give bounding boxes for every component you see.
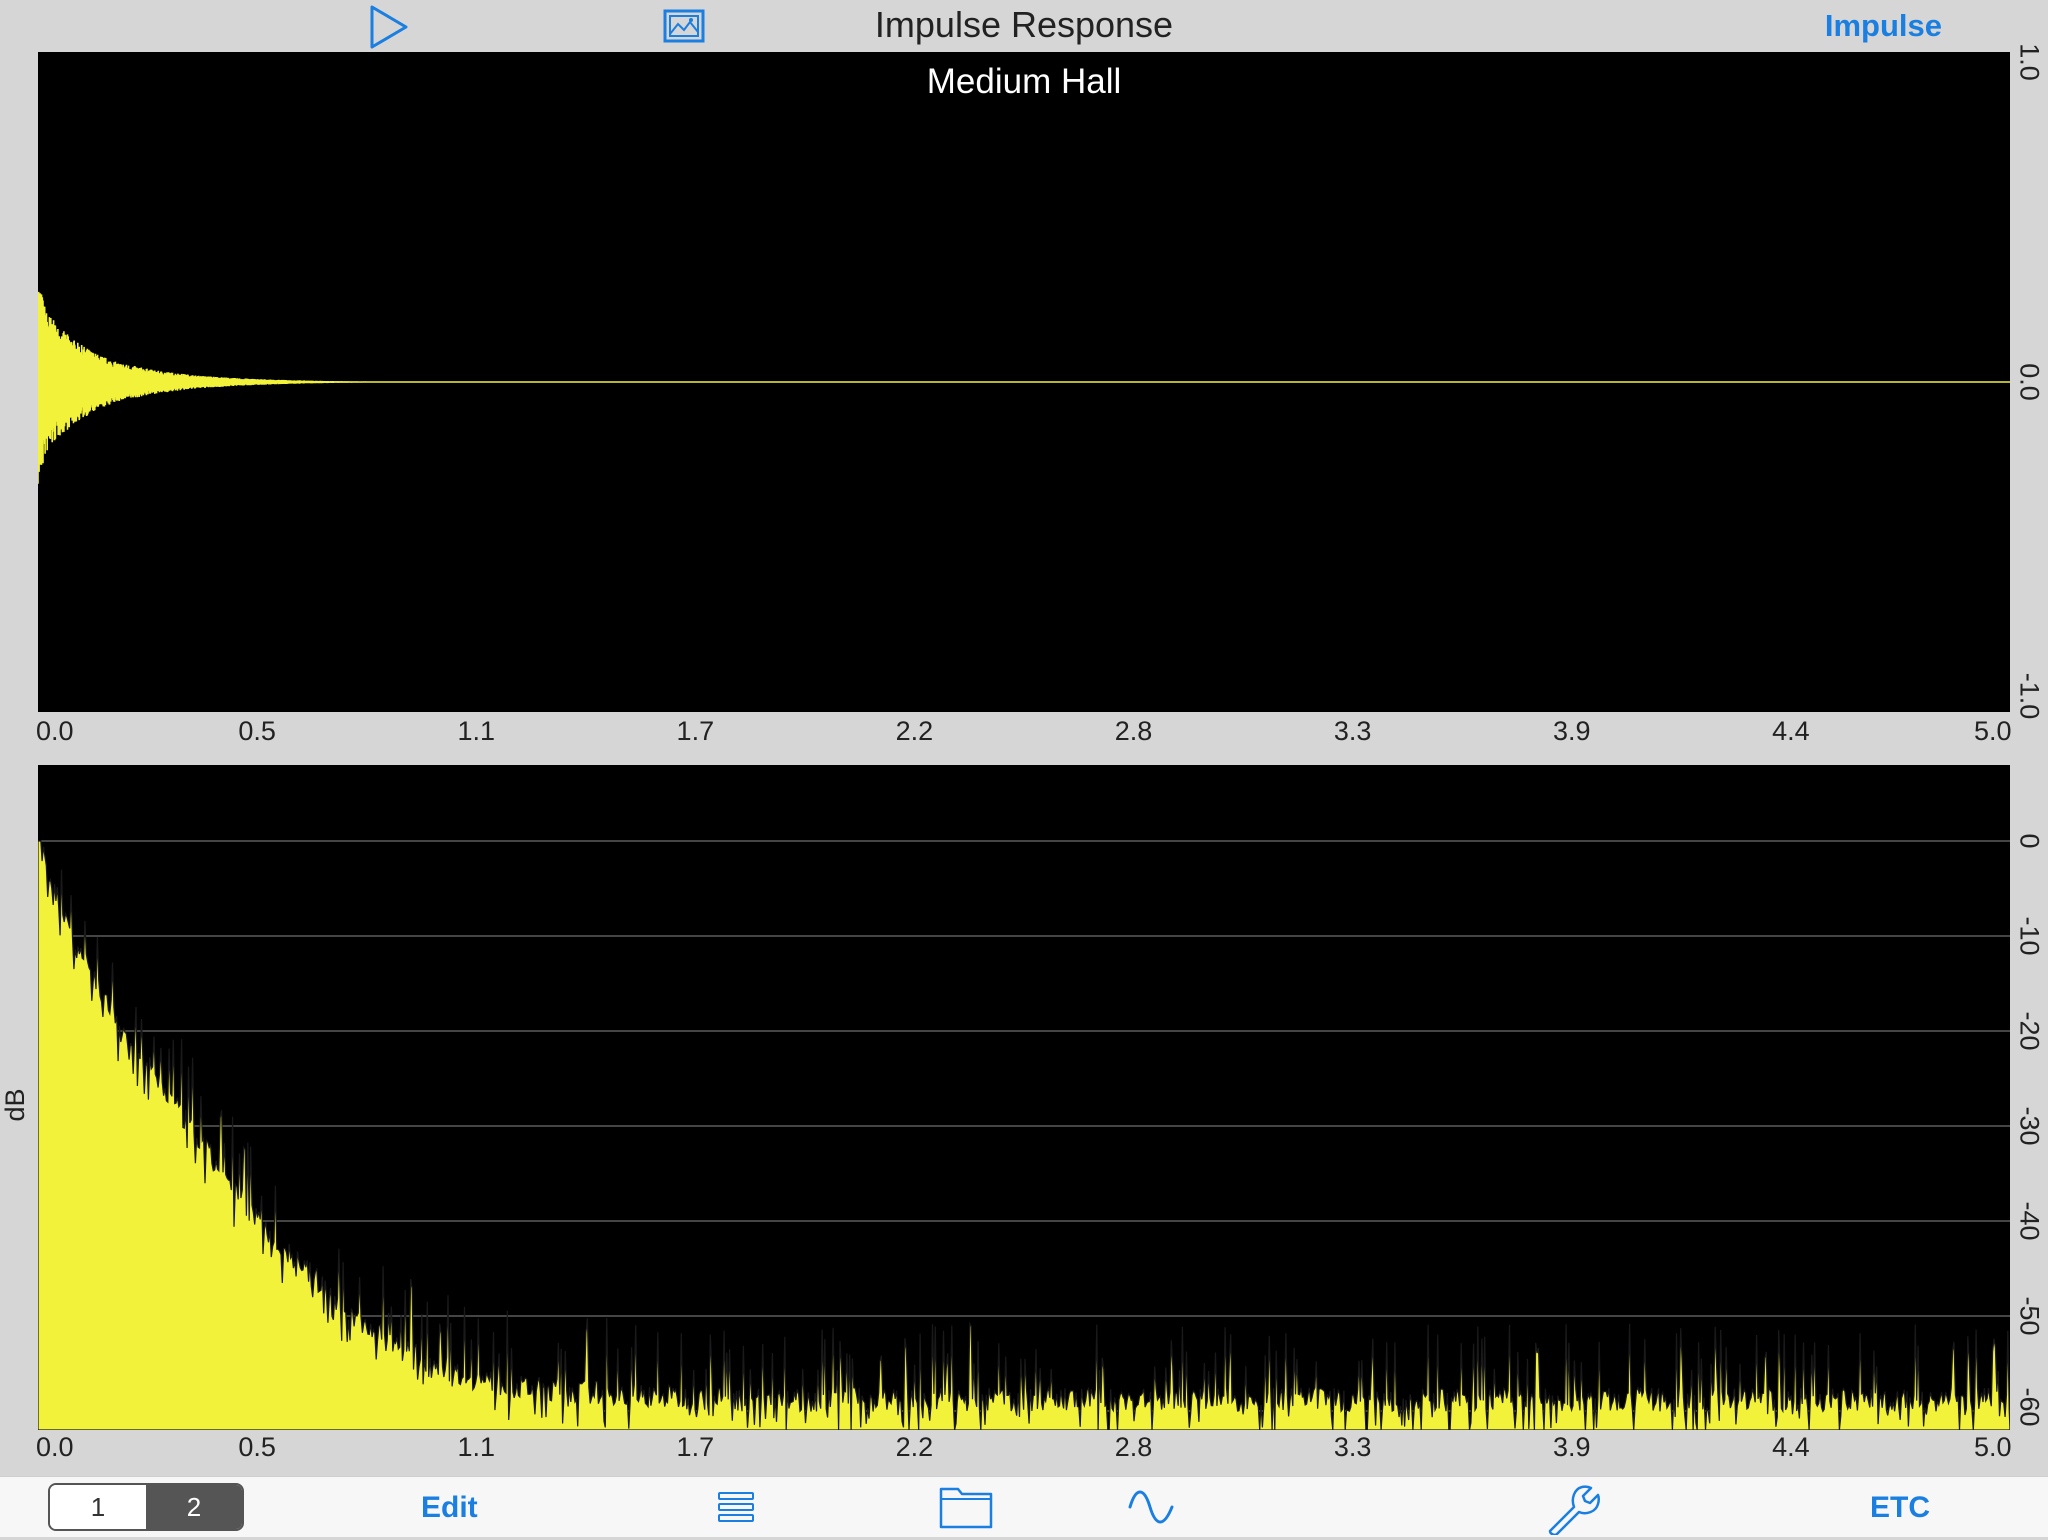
top-navigation-bar: Impulse Response Impulse xyxy=(0,0,2048,52)
y-tick-label: -50 xyxy=(2014,1296,2045,1336)
x-tick-label: 4.4 xyxy=(1772,1432,1810,1462)
x-tick-label: 3.9 xyxy=(1552,1432,1591,1462)
top-x-axis: 0.0 0.5 1.1 1.7 2.2 2.8 3.3 3.9 4.4 5.0 xyxy=(0,716,2048,756)
x-tick-label: 2.8 xyxy=(1114,1432,1153,1462)
x-tick-label: 5.0 xyxy=(1973,1432,2012,1462)
x-tick-label: 1.7 xyxy=(676,716,715,746)
etc-decay-plot[interactable] xyxy=(38,765,2010,1430)
folder-button[interactable] xyxy=(938,1481,994,1531)
x-tick-label: 3.3 xyxy=(1333,716,1372,746)
y-tick-label: -20 xyxy=(2014,1011,2045,1051)
wrench-icon xyxy=(1548,1485,1600,1537)
x-tick-label: 3.9 xyxy=(1552,716,1591,746)
x-tick-label: 1.7 xyxy=(676,1432,715,1462)
sine-wave-icon xyxy=(1128,1490,1174,1524)
y-tick-label: 0.0 xyxy=(2014,363,2045,401)
x-tick-label: 1.1 xyxy=(457,1432,495,1462)
waveform-button[interactable] xyxy=(1128,1485,1178,1529)
segment-1[interactable]: 1 xyxy=(50,1485,146,1529)
x-tick-label: 2.2 xyxy=(895,716,934,746)
segment-2[interactable]: 2 xyxy=(146,1485,242,1529)
edit-button[interactable]: Edit xyxy=(421,1491,478,1525)
impulse-waveform-chart xyxy=(38,291,2010,484)
y-tick-label: -1.0 xyxy=(2014,672,2045,720)
x-tick-label: 5.0 xyxy=(1973,716,2012,746)
x-tick-label: 0.5 xyxy=(238,716,276,746)
x-tick-label: 4.4 xyxy=(1772,716,1810,746)
settings-button[interactable] xyxy=(1544,1479,1600,1537)
y-tick-label: -30 xyxy=(2014,1106,2045,1146)
list-icon xyxy=(718,1492,754,1522)
x-tick-label: 0.0 xyxy=(36,1432,74,1462)
x-tick-label: 1.1 xyxy=(457,716,495,746)
y-tick-label: -60 xyxy=(2014,1387,2045,1427)
top-y-axis: 1.0 0.0 -1.0 xyxy=(2010,43,2048,719)
x-tick-label: 0.0 xyxy=(36,716,74,746)
bottom-y-axis: 0 -10 -20 -30 -40 -50 -60 xyxy=(2010,765,2048,1430)
y-axis-label: dB xyxy=(0,1088,30,1122)
plot-title: Medium Hall xyxy=(926,62,1122,101)
x-tick-label: 2.2 xyxy=(895,1432,934,1462)
y-tick-label: -10 xyxy=(2014,916,2045,956)
page-segmented-control[interactable]: 1 2 xyxy=(48,1483,244,1531)
y-tick-label: 0 xyxy=(2014,833,2045,849)
x-tick-label: 0.5 xyxy=(238,1432,276,1462)
x-tick-label: 3.3 xyxy=(1333,1432,1372,1462)
etc-decay-chart xyxy=(38,840,2010,1430)
bottom-x-axis: 0.0 0.5 1.1 1.7 2.2 2.8 3.3 3.9 4.4 5.0 xyxy=(0,1432,2048,1472)
bottom-toolbar: 1 2 Edit ETC xyxy=(0,1476,2048,1537)
impulse-waveform-series xyxy=(38,291,414,484)
y-tick-label: -40 xyxy=(2014,1201,2045,1241)
etc-decay-series xyxy=(38,840,2010,1430)
x-tick-label: 2.8 xyxy=(1114,716,1153,746)
mode-impulse-button[interactable]: Impulse xyxy=(1825,8,1942,44)
folder-icon xyxy=(939,1487,993,1529)
list-button[interactable] xyxy=(716,1487,756,1527)
etc-mode-button[interactable]: ETC xyxy=(1870,1491,1930,1525)
y-tick-label: 1.0 xyxy=(2014,43,2045,81)
page-title: Impulse Response xyxy=(874,4,1174,45)
impulse-waveform-plot[interactable]: Medium Hall xyxy=(38,52,2010,712)
